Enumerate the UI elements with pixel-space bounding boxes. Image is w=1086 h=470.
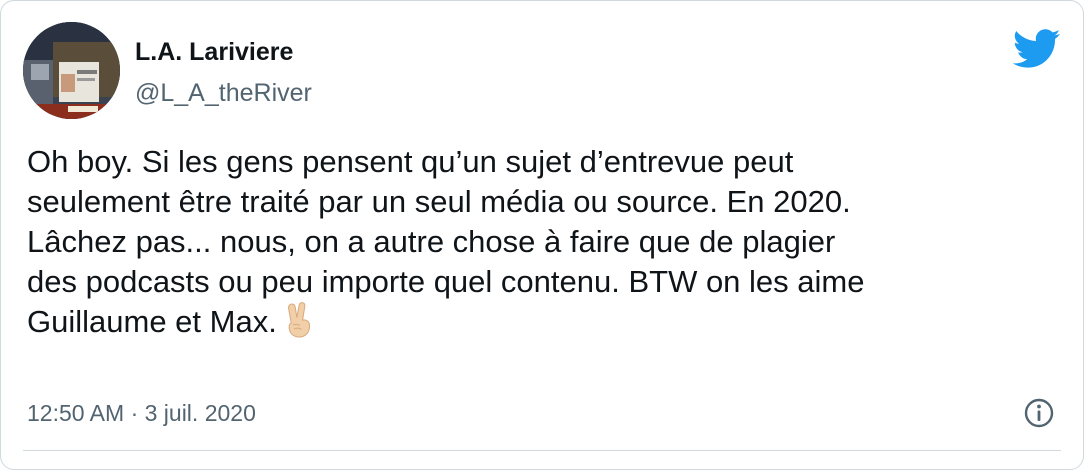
victory-hand-emoji-icon <box>287 302 310 338</box>
author-avatar[interactable] <box>23 22 120 119</box>
divider <box>23 450 1061 451</box>
avatar-photo <box>23 22 120 119</box>
info-icon[interactable] <box>1023 397 1055 429</box>
author-handle[interactable]: @L_A_theRiver <box>135 78 312 108</box>
tweet-body: Oh boy. Si les gens pensent qu’un sujet … <box>27 144 865 339</box>
author-display-name[interactable]: L.A. Lariviere <box>135 37 293 67</box>
tweet-card[interactable]: L.A. Lariviere @L_A_theRiver Oh boy. Si … <box>0 0 1084 470</box>
twitter-bird-icon[interactable] <box>1013 29 1061 69</box>
tweet-text: Oh boy. Si les gens pensent qu’un sujet … <box>27 142 1067 342</box>
tweet-timestamp[interactable]: 12:50 AM · 3 juil. 2020 <box>27 398 256 428</box>
